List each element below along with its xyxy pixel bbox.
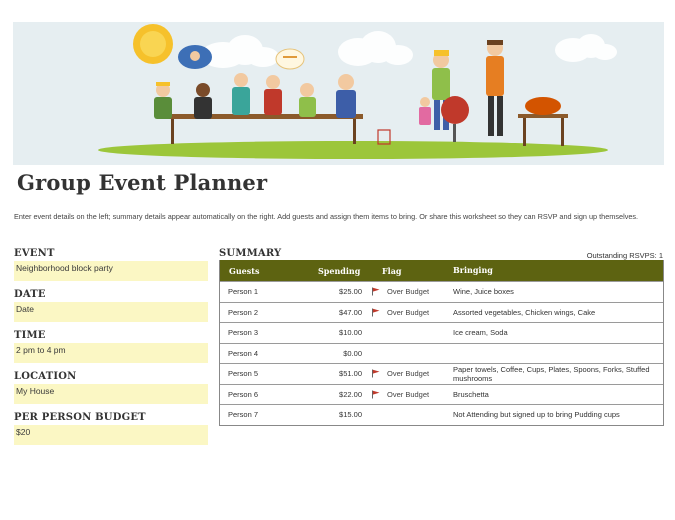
- budget-input[interactable]: $20: [14, 425, 208, 445]
- red-flag-icon: [372, 369, 380, 378]
- date-field: DATE Date: [14, 288, 208, 322]
- flag-text: Over Budget: [387, 369, 430, 379]
- page-title: Group Event Planner: [17, 170, 268, 195]
- guest-cell[interactable]: Person 7: [220, 410, 298, 419]
- spending-cell: $0.00: [343, 348, 362, 358]
- red-flag-icon: [372, 287, 380, 296]
- outstanding-rsvps: Outstanding RSVPS: 1: [586, 251, 663, 260]
- column-header-spending[interactable]: Spending: [298, 266, 364, 276]
- table-row[interactable]: Person 6 $22.00 Over Budget Bruschetta: [220, 383, 663, 405]
- location-label: LOCATION: [14, 371, 77, 382]
- location-input[interactable]: My House: [14, 384, 208, 404]
- red-flag-icon: [372, 390, 380, 399]
- guest-cell[interactable]: Person 2: [220, 308, 298, 317]
- guest-cell[interactable]: Person 3: [220, 328, 298, 337]
- guest-cell[interactable]: Person 4: [220, 349, 298, 358]
- time-label: TIME: [14, 330, 46, 341]
- time-input[interactable]: 2 pm to 4 pm: [14, 343, 208, 363]
- column-header-guests[interactable]: Guests: [220, 266, 298, 276]
- spending-cell: $51.00: [339, 369, 362, 379]
- time-field: TIME 2 pm to 4 pm: [14, 329, 208, 363]
- intro-text: Enter event details on the left; summary…: [14, 212, 639, 221]
- spending-cell: $47.00: [339, 307, 362, 317]
- flag-cell: Over Budget: [364, 287, 453, 296]
- date-input[interactable]: Date: [14, 302, 208, 322]
- party-illustration: [98, 24, 617, 159]
- table-row[interactable]: Person 3 $10.00 Ice cream, Soda: [220, 322, 663, 343]
- flag-cell: Over Budget: [364, 308, 453, 317]
- guest-cell[interactable]: Person 6: [220, 390, 298, 399]
- header-illustration: [13, 22, 664, 165]
- event-label: EVENT: [14, 248, 55, 259]
- location-field: LOCATION My House: [14, 370, 208, 404]
- spending-cell: $25.00: [339, 287, 362, 297]
- column-header-bringing[interactable]: Bringing: [453, 266, 663, 275]
- bringing-cell[interactable]: Assorted vegetables, Chicken wings, Cake: [453, 308, 663, 317]
- table-header: Guests Spending Flag Bringing: [220, 260, 663, 281]
- table-row[interactable]: Person 2 $47.00 Over Budget Assorted vegeta…: [220, 301, 663, 323]
- budget-field: PER PERSON BUDGET $20: [14, 411, 208, 445]
- guest-cell[interactable]: Person 5: [220, 369, 298, 378]
- bringing-cell[interactable]: Bruschetta: [453, 390, 663, 399]
- summary-title: SUMMARY: [219, 248, 282, 259]
- table-row[interactable]: Person 4 $0.00: [220, 342, 663, 364]
- bringing-cell[interactable]: Paper towels, Coffee, Cups, Plates, Spoo…: [453, 365, 663, 383]
- spending-cell: $10.00: [339, 328, 362, 338]
- table-row[interactable]: Person 1 $25.00 Over Budget Wine, Juice box…: [220, 281, 663, 302]
- column-header-flag[interactable]: Flag: [364, 266, 453, 276]
- spending-cell: $22.00: [339, 389, 362, 399]
- event-input[interactable]: Neighborhood block party: [14, 261, 208, 281]
- table-row[interactable]: Person 5 $51.00 Over Budget Paper towels, C…: [220, 363, 663, 384]
- date-label: DATE: [14, 289, 46, 300]
- budget-label: PER PERSON BUDGET: [14, 412, 146, 423]
- guest-cell[interactable]: Person 1: [220, 287, 298, 296]
- table-row[interactable]: Person 7 $15.00 Not Attending but signed u…: [220, 404, 663, 425]
- bringing-cell[interactable]: Ice cream, Soda: [453, 328, 663, 337]
- bringing-cell[interactable]: Not Attending but signed up to bring Pud…: [453, 410, 663, 419]
- flag-text: Over Budget: [387, 287, 430, 297]
- red-flag-icon: [372, 308, 380, 317]
- flag-text: Over Budget: [387, 389, 430, 399]
- summary-table: Guests Spending Flag Bringing Person 1 $2…: [219, 260, 664, 426]
- flag-text: Over Budget: [387, 307, 430, 317]
- flag-cell: Over Budget: [364, 369, 453, 378]
- event-field: EVENT Neighborhood block party: [14, 247, 208, 281]
- spending-cell: $15.00: [339, 410, 362, 420]
- bringing-cell[interactable]: Wine, Juice boxes: [453, 287, 663, 296]
- flag-cell: Over Budget: [364, 390, 453, 399]
